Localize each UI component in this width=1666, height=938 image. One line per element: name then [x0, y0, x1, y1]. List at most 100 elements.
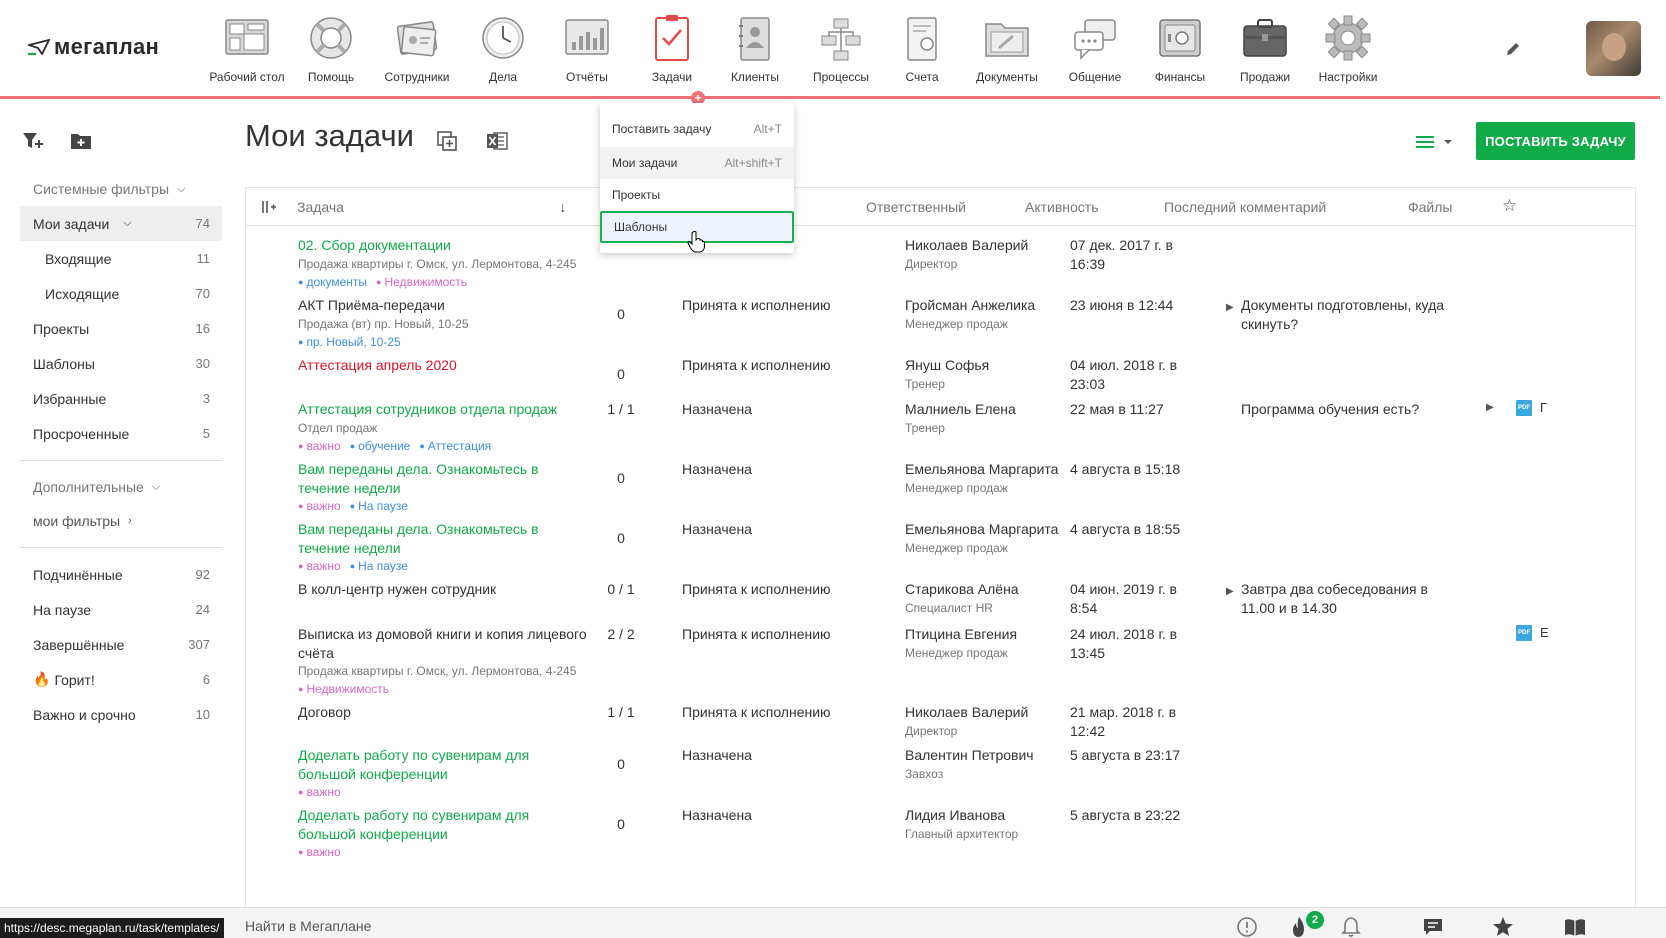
column-last-comment[interactable]: Последний комментарий — [1164, 199, 1326, 215]
folder-add-icon[interactable] — [70, 131, 92, 151]
tag[interactable]: пр. Новый, 10-25 — [298, 333, 400, 353]
tag[interactable]: важно — [298, 843, 340, 863]
tag[interactable]: важно — [298, 497, 340, 517]
task-title-link[interactable]: Доделать работу по сувенирам для большой… — [298, 806, 588, 844]
nav-settings[interactable]: Настройки — [1303, 14, 1393, 86]
tag[interactable]: Недвижимость — [376, 273, 467, 293]
book-icon[interactable] — [1564, 916, 1586, 938]
tag[interactable]: важно — [298, 557, 340, 577]
file-name[interactable]: Е — [1540, 625, 1549, 640]
responsible-name[interactable]: Емельянова Маргарита — [905, 460, 1060, 479]
sidebar-item-inbox[interactable]: Входящие 11 — [20, 241, 222, 276]
nav-documents[interactable]: Документы — [962, 14, 1052, 86]
bell-icon[interactable] — [1340, 916, 1362, 938]
expand-comment-icon[interactable]: ▶ — [1226, 582, 1234, 601]
last-comment[interactable]: Документы подготовлены, куда скинуть? — [1241, 296, 1446, 334]
column-activity[interactable]: Активность — [1025, 199, 1099, 215]
responsible-name[interactable]: Гройсман Анжелика — [905, 296, 1060, 315]
responsible-name[interactable]: Птицина Евгения — [905, 625, 1060, 644]
task-title-link[interactable]: Договор — [298, 703, 588, 722]
excel-icon[interactable] — [486, 130, 508, 152]
nav-finance[interactable]: Финансы — [1135, 14, 1225, 86]
filter-add-icon[interactable] — [22, 131, 44, 151]
task-title-link[interactable]: Аттестация сотрудников отдела продаж — [298, 400, 588, 419]
responsible-name[interactable]: Валентин Петрович — [905, 746, 1060, 765]
nav-reports[interactable]: Отчёты — [542, 14, 632, 86]
file-name[interactable]: Г — [1540, 400, 1547, 415]
responsible-name[interactable]: Николаев Валерий — [905, 703, 1060, 722]
last-comment[interactable]: Завтра два собеседования в 11.00 и в 14.… — [1241, 580, 1446, 618]
task-title-link[interactable]: Выписка из домовой книги и копия лицевог… — [298, 625, 588, 663]
menu-item-projects[interactable]: Проекты — [600, 179, 794, 211]
task-parent[interactable]: Продажа квартиры г. Омск, ул. Лермонтова… — [298, 662, 576, 681]
task-parent[interactable]: Продажа (вт) пр. Новый, 10-25 — [298, 315, 469, 334]
megaplan-logo[interactable]: мегаплан — [28, 34, 159, 60]
nav-help[interactable]: Помощь — [286, 14, 376, 86]
sidebar-item-favorites[interactable]: Избранные 3 — [20, 381, 222, 416]
nav-employees[interactable]: Сотрудники — [372, 14, 462, 86]
tag[interactable]: На паузе — [350, 497, 408, 517]
expand-comment-icon[interactable]: ▶ — [1226, 298, 1234, 317]
sidebar-item-overdue[interactable]: Просроченные 5 — [20, 416, 222, 451]
messages-icon[interactable] — [1422, 916, 1444, 938]
nav-sales[interactable]: Продажи — [1220, 14, 1310, 86]
tag[interactable]: обучение — [350, 437, 410, 457]
nav-tasks[interactable]: Задачи — [627, 14, 717, 86]
sidebar-item-burning[interactable]: 🔥 Горит! 6 — [20, 662, 222, 697]
columns-settings-icon[interactable] — [261, 200, 277, 214]
responsible-name[interactable]: Старикова Алёна — [905, 580, 1060, 599]
sidebar-item-subordinates[interactable]: Подчинённые 92 — [20, 557, 222, 592]
tag[interactable]: документы — [298, 273, 367, 293]
pdf-file-icon[interactable]: PDF — [1516, 625, 1532, 641]
sidebar-item-urgent[interactable]: Важно и срочно 10 — [20, 697, 222, 732]
task-title-link[interactable]: Вам переданы дела. Ознакомьтесь в течени… — [298, 520, 588, 558]
responsible-name[interactable]: Емельянова Маргарита — [905, 520, 1060, 539]
tag[interactable]: Аттестация — [419, 437, 491, 457]
responsible-name[interactable]: Николаев Валерий — [905, 236, 1060, 255]
responsible-name[interactable]: Януш Софья — [905, 356, 1060, 375]
user-avatar[interactable] — [1586, 21, 1641, 76]
sort-arrow-icon[interactable]: ↓ — [559, 199, 567, 216]
tag[interactable]: важно — [298, 437, 340, 457]
alert-circle-icon[interactable] — [1236, 916, 1258, 938]
pencil-icon[interactable] — [1504, 40, 1522, 58]
task-title-link[interactable]: Вам переданы дела. Ознакомьтесь в течени… — [298, 460, 588, 498]
responsible-name[interactable]: Лидия Иванова — [905, 806, 1060, 825]
last-comment[interactable]: Программа обучения есть? — [1241, 400, 1446, 419]
task-parent[interactable]: Продажа квартиры г. Омск, ул. Лермонтова… — [298, 255, 576, 274]
star-icon[interactable] — [1492, 916, 1514, 938]
menu-item-my-tasks[interactable]: Мои задачи Alt+shift+T — [600, 147, 794, 179]
nav-clients[interactable]: Клиенты — [710, 14, 800, 86]
system-filters-toggle[interactable]: Системные фильтры ⌵ — [20, 172, 222, 206]
nav-communication[interactable]: Общение — [1050, 14, 1140, 86]
list-view-menu-icon[interactable] — [1414, 134, 1454, 150]
task-title-link[interactable]: АКТ Приёма-передачи — [298, 296, 588, 315]
sidebar-item-my-tasks[interactable]: Мои задачи ⌵ 74 — [20, 206, 222, 241]
menu-item-add-task[interactable]: Поставить задачу Alt+T — [600, 113, 794, 145]
extra-filters-toggle[interactable]: Дополнительные ⌵ — [20, 470, 222, 504]
column-files[interactable]: Файлы — [1408, 199, 1452, 215]
global-search[interactable]: Найти в Мегаплане — [245, 918, 371, 934]
expand-comment-icon[interactable]: ▶ — [1486, 398, 1494, 417]
task-title-link[interactable]: 02. Сбор документации — [298, 236, 588, 255]
tag[interactable]: Недвижимость — [298, 680, 389, 700]
nav-invoices[interactable]: Счета — [877, 14, 967, 86]
nav-processes[interactable]: Процессы — [796, 14, 886, 86]
star-icon[interactable]: ☆ — [1502, 196, 1517, 216]
nav-desktop[interactable]: Рабочий стол — [202, 14, 292, 86]
pdf-file-icon[interactable]: PDF — [1516, 400, 1532, 416]
responsible-name[interactable]: Малниель Елена — [905, 400, 1060, 419]
tag[interactable]: На паузе — [350, 557, 408, 577]
sidebar-item-projects[interactable]: Проекты 16 — [20, 311, 222, 346]
sidebar-item-outbox[interactable]: Исходящие 70 — [20, 276, 222, 311]
sidebar-item-paused[interactable]: На паузе 24 — [20, 592, 222, 627]
my-filters-toggle[interactable]: мои фильтры › — [20, 504, 222, 538]
task-title-link[interactable]: Аттестация апрель 2020 — [298, 356, 588, 375]
nav-affairs[interactable]: Дела — [458, 14, 548, 86]
column-task[interactable]: Задача — [297, 199, 344, 215]
sidebar-item-templates[interactable]: Шаблоны 30 — [20, 346, 222, 381]
tag[interactable]: важно — [298, 783, 340, 803]
add-task-button[interactable]: ПОСТАВИТЬ ЗАДАЧУ — [1476, 122, 1635, 160]
column-responsible[interactable]: Ответственный — [866, 199, 966, 215]
task-title-link[interactable]: В колл-центр нужен сотрудник — [298, 580, 588, 599]
